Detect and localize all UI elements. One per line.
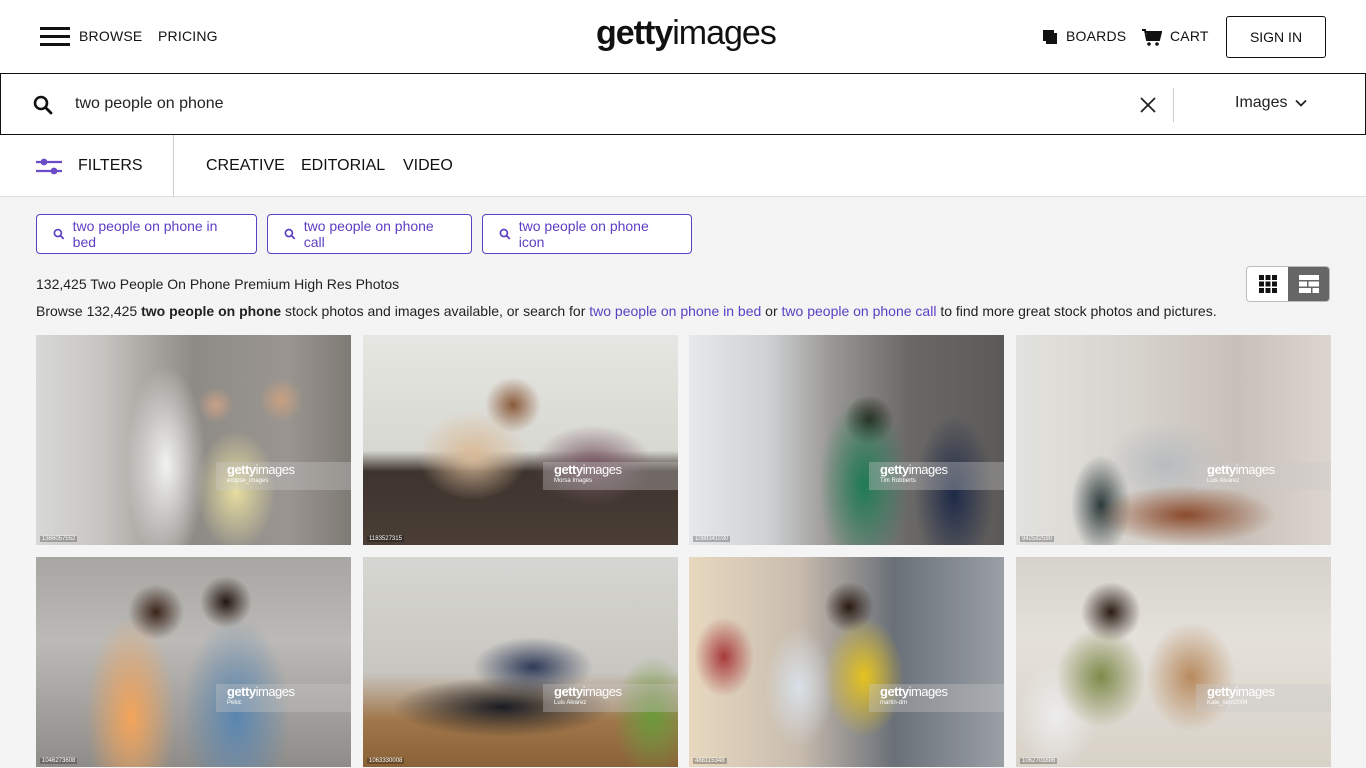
desc-text: to find more great stock photos and pict…: [936, 303, 1217, 319]
search-icon: [284, 228, 296, 240]
asset-id: 942582590: [1020, 536, 1055, 542]
related-search-link[interactable]: two people on phone in bed: [589, 303, 761, 319]
search-icon[interactable]: [33, 95, 53, 115]
suggestion-label: two people on phone call: [303, 218, 434, 250]
search-divider: [1173, 88, 1174, 122]
suggestion-chip[interactable]: two people on phone icon: [482, 214, 692, 254]
results-description: Browse 132,425 two people on phone stock…: [36, 303, 1217, 319]
pricing-link[interactable]: PRICING: [158, 28, 218, 44]
asset-id: 1183527315: [367, 536, 404, 542]
mosaic-view-button[interactable]: [1288, 267, 1329, 301]
photo-result[interactable]: gettyimages eclipse_images 1366057552: [36, 335, 351, 545]
watermark-logo: gettyimages: [554, 684, 622, 699]
cart-link[interactable]: CART: [1170, 28, 1209, 44]
boards-link[interactable]: BOARDS: [1066, 28, 1126, 44]
photo-credit: Luis Alvarez: [554, 700, 587, 706]
watermark-logo: gettyimages: [880, 462, 948, 477]
grid-view-icon: [1258, 275, 1277, 293]
sign-in-button[interactable]: SIGN IN: [1226, 16, 1326, 58]
results-heading: 132,425 Two People On Phone Premium High…: [36, 276, 400, 292]
desc-text: or: [761, 303, 782, 319]
desc-text: Browse 132,425: [36, 303, 142, 319]
desc-text: stock photos and images available, or se…: [281, 303, 590, 319]
search-input[interactable]: [75, 90, 1115, 118]
watermark-logo: gettyimages: [1207, 684, 1275, 699]
browse-link[interactable]: BROWSE: [79, 28, 142, 44]
watermark-logo: gettyimages: [227, 462, 295, 477]
photo-image: [36, 557, 351, 767]
asset-id: 1062703886: [1020, 758, 1058, 764]
media-type-selected: Images: [1235, 94, 1288, 111]
photo-image: [689, 335, 1004, 545]
suggestion-label: two people on phone in bed: [72, 218, 218, 250]
search-icon: [53, 228, 65, 240]
logo-light-text: images: [672, 14, 777, 52]
search-bar: Images: [0, 73, 1366, 135]
boards-icon[interactable]: [1043, 30, 1057, 44]
photo-result[interactable]: gettyimages Luis Alvarez 942582590: [1016, 335, 1331, 545]
clear-search-icon[interactable]: [1139, 96, 1157, 114]
photo-result[interactable]: gettyimages Morsa Images 1183527315: [363, 335, 678, 545]
photo-credit: eclipse_images: [227, 478, 269, 484]
asset-id: 1088341030: [693, 536, 731, 542]
photo-result[interactable]: gettyimages Pekic 1046273608: [36, 557, 351, 767]
filter-bar: FILTERS CREATIVE EDITORIAL VIDEO: [0, 135, 1366, 197]
asset-id: 488115348: [693, 758, 727, 764]
asset-id: 1366057552: [40, 536, 78, 542]
related-search-link[interactable]: two people on phone call: [782, 303, 937, 319]
media-type-dropdown[interactable]: Images: [1235, 94, 1308, 112]
photo-credit: Kate_sept2004: [1207, 700, 1248, 706]
photo-image: [363, 335, 678, 545]
gettyimages-logo[interactable]: gettyimages: [596, 14, 777, 53]
suggestion-label: two people on phone icon: [518, 218, 649, 250]
view-toggle: [1246, 266, 1330, 302]
asset-id: 1046273608: [40, 758, 78, 764]
photo-result[interactable]: gettyimages martin-dm 488115348: [689, 557, 1004, 767]
tab-editorial[interactable]: EDITORIAL: [301, 157, 385, 175]
photo-result[interactable]: gettyimages Luis Alvarez 1063330008: [363, 557, 678, 767]
photo-image: [1016, 335, 1331, 545]
asset-id: 1063330008: [367, 758, 405, 764]
photo-credit: Luis Alvarez: [1207, 478, 1240, 484]
filters-button[interactable]: FILTERS: [0, 135, 174, 197]
watermark-logo: gettyimages: [880, 684, 948, 699]
photo-credit: martin-dm: [880, 700, 908, 706]
photo-credit: Morsa Images: [554, 478, 593, 484]
photo-image: [36, 335, 351, 545]
tab-creative[interactable]: CREATIVE: [206, 157, 285, 175]
suggestion-chip[interactable]: two people on phone call: [267, 214, 472, 254]
watermark-logo: gettyimages: [1207, 462, 1275, 477]
photo-result[interactable]: gettyimages Kate_sept2004 1062703886: [1016, 557, 1331, 767]
suggestion-chip[interactable]: two people on phone in bed: [36, 214, 257, 254]
watermark-logo: gettyimages: [227, 684, 295, 699]
cart-icon[interactable]: [1142, 29, 1162, 46]
photo-image: [363, 557, 678, 767]
filters-sliders-icon: [36, 158, 62, 175]
photo-result[interactable]: gettyimages Tim Robberts 1088341030: [689, 335, 1004, 545]
chevron-down-icon: [1295, 99, 1308, 107]
watermark-logo: gettyimages: [554, 462, 622, 477]
grid-view-button[interactable]: [1247, 267, 1288, 301]
photo-credit: Tim Robberts: [880, 478, 916, 484]
filters-label: FILTERS: [78, 157, 143, 174]
top-navigation: BROWSE PRICING gettyimages BOARDS CART S…: [0, 0, 1366, 74]
search-icon: [499, 228, 511, 240]
tab-video[interactable]: VIDEO: [403, 157, 453, 175]
photo-image: [689, 557, 1004, 767]
desc-query: two people on phone: [141, 303, 282, 319]
photo-image: [1016, 557, 1331, 767]
hamburger-menu-icon[interactable]: [40, 27, 70, 47]
mosaic-view-icon: [1298, 275, 1319, 293]
logo-bold-text: getty: [596, 14, 673, 52]
photo-credit: Pekic: [227, 700, 242, 706]
